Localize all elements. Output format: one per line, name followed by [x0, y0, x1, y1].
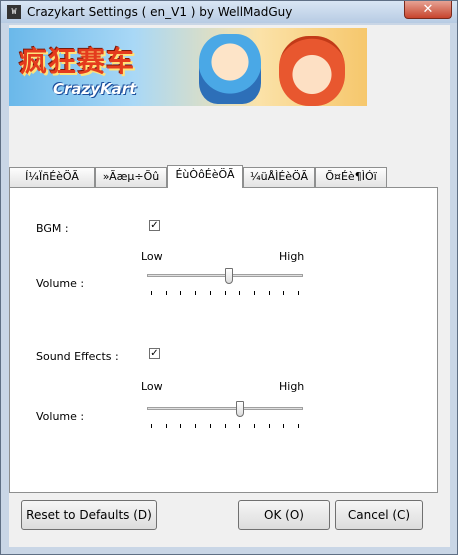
- dialog-client-area: 疯狂赛车 CrazyKart Í¼ÏñÉèÖÃ »­Ãæµ÷Õû ÉùÒôÉèÖ…: [9, 25, 450, 547]
- effects-volume-high-label: High: [279, 380, 305, 393]
- slider-tick: [195, 424, 196, 428]
- effects-volume-track: [147, 407, 303, 410]
- bgm-volume-high-label: High: [279, 250, 305, 263]
- slider-tick: [195, 291, 196, 295]
- slider-tick: [166, 291, 167, 295]
- tab-display[interactable]: »­Ãæµ÷Õû: [95, 167, 167, 187]
- ok-button[interactable]: OK (O): [238, 500, 330, 530]
- slider-tick: [151, 291, 152, 295]
- slider-tick: [239, 424, 240, 428]
- bgm-label: BGM :: [36, 222, 69, 235]
- slider-tick: [180, 291, 181, 295]
- close-button[interactable]: ✕: [404, 1, 452, 19]
- slider-tick: [283, 424, 284, 428]
- title-bar[interactable]: W Crazykart Settings ( en_V1 ) by WellMa…: [1, 1, 457, 23]
- banner-logo-english: CrazyKart: [53, 80, 137, 98]
- slider-tick: [269, 291, 270, 295]
- bgm-checkbox[interactable]: ✓: [149, 220, 160, 231]
- slider-tick: [225, 424, 226, 428]
- slider-tick: [225, 291, 226, 295]
- crazykart-banner: 疯狂赛车 CrazyKart: [9, 28, 367, 106]
- banner-character-red: [279, 36, 345, 106]
- slider-tick: [210, 291, 211, 295]
- bgm-volume-low-label: Low: [141, 250, 163, 263]
- slider-tick: [254, 291, 255, 295]
- effects-volume-ticks: [151, 424, 299, 428]
- tab-keyboard[interactable]: ¼üÅÌÉèÖÃ: [243, 167, 315, 187]
- tab-graphics[interactable]: Í¼ÏñÉèÖÃ: [9, 167, 95, 187]
- app-icon: W: [7, 5, 21, 19]
- slider-tick: [239, 291, 240, 295]
- effects-volume-thumb[interactable]: [236, 401, 244, 417]
- slider-tick: [166, 424, 167, 428]
- bgm-volume-ticks: [151, 291, 299, 295]
- slider-tick: [180, 424, 181, 428]
- window-title: Crazykart Settings ( en_V1 ) by WellMadG…: [27, 5, 293, 19]
- bgm-volume-slider[interactable]: [147, 268, 303, 302]
- slider-tick: [298, 424, 299, 428]
- cancel-button[interactable]: Cancel (C): [335, 500, 423, 530]
- slider-tick: [151, 424, 152, 428]
- sound-effects-label: Sound Effects :: [36, 350, 119, 363]
- tab-chat-phrases[interactable]: Õ¤Éè¶ÌÓï: [315, 167, 387, 187]
- bgm-volume-thumb[interactable]: [225, 268, 233, 284]
- effects-volume-low-label: Low: [141, 380, 163, 393]
- sound-effects-checkbox[interactable]: ✓: [149, 348, 160, 359]
- reset-defaults-button[interactable]: Reset to Defaults (D): [21, 500, 157, 530]
- slider-tick: [298, 291, 299, 295]
- slider-tick: [283, 291, 284, 295]
- bgm-volume-label: Volume :: [36, 277, 85, 290]
- slider-tick: [269, 424, 270, 428]
- slider-tick: [254, 424, 255, 428]
- tab-strip: Í¼ÏñÉèÖÃ »­Ãæµ÷Õû ÉùÒôÉèÖÃ ¼üÅÌÉèÖÃ Õ¤Éè…: [9, 165, 450, 188]
- effects-volume-label: Volume :: [36, 410, 85, 423]
- banner-logo-chinese: 疯狂赛车: [19, 45, 136, 78]
- slider-tick: [210, 424, 211, 428]
- tab-sound[interactable]: ÉùÒôÉèÖÃ: [167, 165, 243, 188]
- settings-window: W Crazykart Settings ( en_V1 ) by WellMa…: [0, 0, 458, 555]
- banner-character-blue: [199, 34, 261, 104]
- sound-settings-panel: BGM : ✓ Low High Volume : Sound Effects …: [9, 187, 438, 493]
- effects-volume-slider[interactable]: [147, 401, 303, 435]
